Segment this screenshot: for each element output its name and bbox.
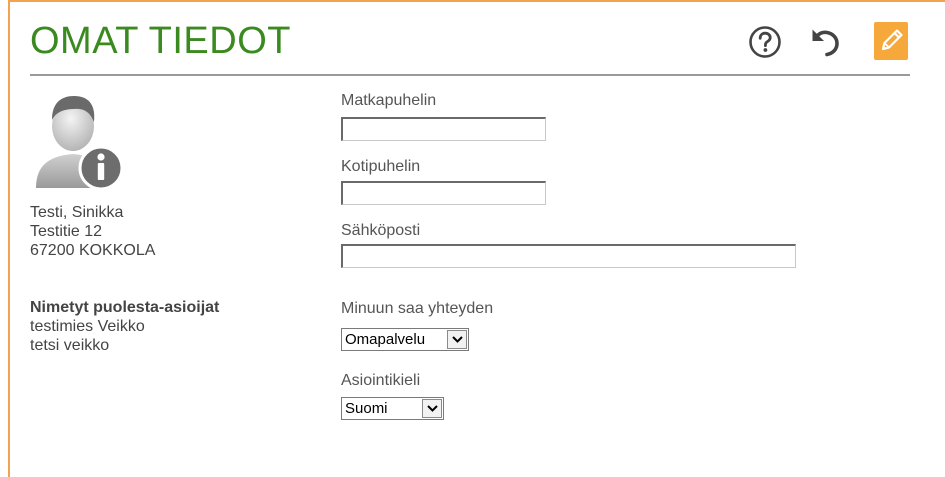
contact-method-label: Minuun saa yhteyden [341, 300, 494, 317]
email-label: Sähköposti [341, 222, 421, 239]
language-value: Suomi [345, 400, 388, 417]
contact-method-select[interactable]: Omapalvelu [341, 328, 469, 351]
language-select[interactable]: Suomi [341, 397, 444, 420]
avatar [28, 90, 128, 194]
street-address: Testitie 12 [30, 223, 103, 240]
edit-button[interactable] [874, 22, 908, 60]
undo-button[interactable] [808, 24, 844, 60]
person-name: Testi, Sinikka [30, 204, 124, 221]
chevron-down-icon[interactable] [447, 330, 467, 349]
home-phone-input[interactable] [341, 181, 546, 205]
contact-method-value: Omapalvelu [345, 331, 426, 348]
proxy-item: testimies Veikko [30, 318, 145, 335]
postal-address: 67200 KOKKOLA [30, 242, 156, 259]
mobile-input[interactable] [341, 117, 546, 141]
chevron-down-icon[interactable] [422, 399, 442, 418]
page-title: OMAT TIEDOT [30, 20, 291, 62]
proxies-heading: Nimetyt puolesta-asioijat [30, 299, 220, 316]
language-label: Asiointikieli [341, 372, 421, 389]
proxy-item: tetsi veikko [30, 337, 110, 354]
user-info-icon [36, 96, 124, 191]
question-circle-icon [749, 26, 781, 58]
undo-icon [812, 29, 839, 57]
email-input[interactable] [341, 244, 796, 268]
title-divider [30, 74, 910, 76]
proxies-block: Nimetyt puolesta-asioijat testimies Veik… [30, 298, 219, 355]
mobile-label: Matkapuhelin [341, 92, 437, 109]
help-button[interactable] [747, 24, 783, 60]
home-phone-label: Kotipuhelin [341, 158, 421, 175]
address-block: Testi, Sinikka Testitie 12 67200 KOKKOLA [30, 203, 155, 260]
pencil-icon [881, 29, 903, 51]
